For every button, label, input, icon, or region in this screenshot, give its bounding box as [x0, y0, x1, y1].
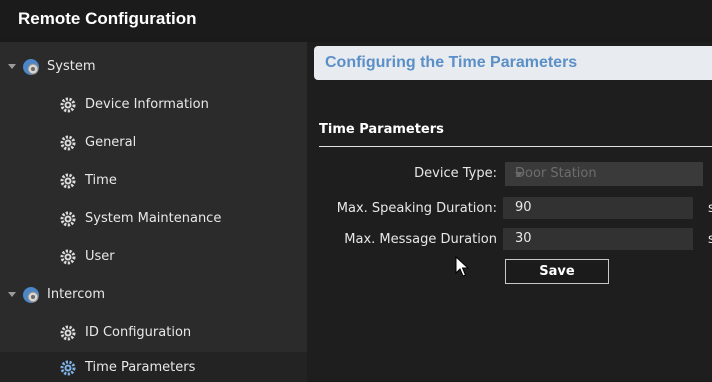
sidebar: System Device Information General Time S…: [0, 42, 307, 382]
gear-icon: [60, 360, 76, 376]
device-type-select[interactable]: Door Station: [505, 162, 703, 186]
gear-icon: [60, 325, 76, 341]
sidebar-item-label: Time: [85, 173, 117, 188]
max-message-unit: s: [708, 232, 712, 247]
chevron-down-icon: [515, 172, 523, 177]
intercom-group-icon: [23, 287, 39, 303]
max-speaking-value: 90: [515, 200, 532, 215]
gear-icon: [60, 211, 76, 227]
page-title: Configuring the Time Parameters: [325, 54, 578, 71]
section-title: Time Parameters: [319, 122, 444, 137]
sidebar-item-device-information[interactable]: Device Information: [0, 86, 307, 124]
sidebar-item-general[interactable]: General: [0, 124, 307, 162]
page-header: Configuring the Time Parameters: [314, 46, 712, 80]
title-bar: Remote Configuration: [0, 0, 712, 38]
sidebar-item-label: ID Configuration: [85, 325, 192, 340]
sidebar-item-label: Time Parameters: [85, 360, 196, 375]
max-message-input[interactable]: 30: [503, 228, 693, 250]
section-divider: [319, 146, 712, 147]
sidebar-item-time[interactable]: Time: [0, 162, 307, 200]
sidebar-item-system-maintenance[interactable]: System Maintenance: [0, 200, 307, 238]
max-message-label: Max. Message Duration: [344, 232, 497, 247]
device-type-value: Door Station: [515, 166, 597, 181]
gear-icon: [60, 249, 76, 265]
gear-icon: [60, 97, 76, 113]
max-speaking-unit: s: [708, 201, 712, 216]
max-speaking-input[interactable]: 90: [503, 197, 693, 219]
save-button[interactable]: Save: [505, 259, 609, 284]
tree-group-label: System: [47, 59, 96, 74]
expand-arrow-icon[interactable]: [8, 64, 16, 69]
sidebar-item-time-parameters[interactable]: Time Parameters: [0, 352, 307, 382]
tree-group-system[interactable]: System: [0, 48, 307, 86]
mouse-cursor-icon: [455, 256, 469, 277]
sidebar-item-label: General: [85, 135, 137, 150]
sidebar-item-label: Device Information: [85, 97, 209, 112]
sidebar-item-label: User: [85, 249, 115, 264]
max-message-value: 30: [515, 231, 532, 246]
tree-group-label: Intercom: [47, 287, 105, 302]
sidebar-item-user[interactable]: User: [0, 238, 307, 276]
gear-icon: [60, 173, 76, 189]
expand-arrow-icon[interactable]: [8, 292, 16, 297]
window-title: Remote Configuration: [18, 9, 197, 28]
system-group-icon: [23, 59, 39, 75]
device-type-label: Device Type:: [414, 166, 497, 181]
tree-group-intercom[interactable]: Intercom: [0, 276, 307, 314]
sidebar-item-id-configuration[interactable]: ID Configuration: [0, 314, 307, 352]
max-speaking-label: Max. Speaking Duration:: [336, 201, 497, 216]
gear-icon: [60, 135, 76, 151]
sidebar-item-label: System Maintenance: [85, 211, 222, 226]
